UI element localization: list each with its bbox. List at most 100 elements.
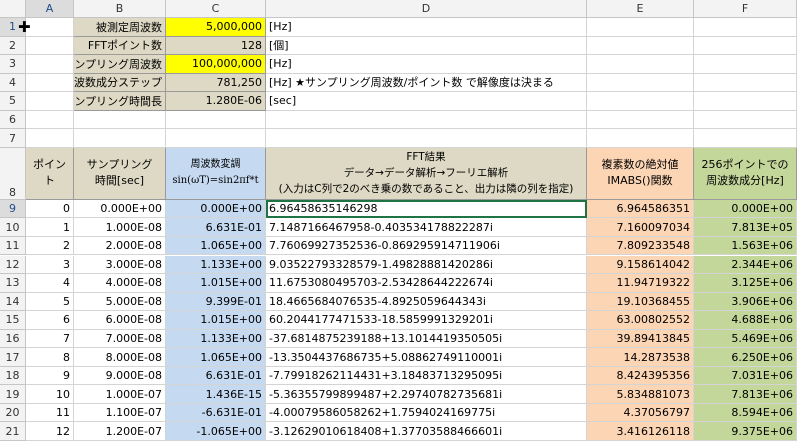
point-index[interactable]: 11 [26, 403, 74, 423]
frequency-component[interactable]: 9.375E+06 [694, 422, 797, 441]
cell-e3[interactable] [587, 55, 694, 74]
point-index[interactable]: 8 [26, 348, 74, 367]
abs-value[interactable]: 5.834881073 [587, 385, 694, 404]
empty-cell[interactable] [587, 110, 694, 130]
param-label[interactable]: 被測定周波数 [74, 18, 166, 37]
modulated-value[interactable]: 1.436E-15 [166, 385, 266, 404]
column-header-d[interactable]: D [266, 0, 587, 18]
modulated-value[interactable]: 1.133E+00 [166, 255, 266, 275]
point-index[interactable]: 7 [26, 329, 74, 349]
modulated-value[interactable]: 1.065E+00 [166, 348, 266, 367]
row-header-7[interactable]: 7 [0, 129, 26, 148]
cell-a5[interactable] [26, 92, 74, 111]
modulated-value[interactable]: -1.065E+00 [166, 422, 266, 441]
abs-value[interactable]: 8.424395356 [587, 366, 694, 386]
fft-complex-value[interactable]: -7.79918262114431+3.18483713295095i [266, 366, 587, 386]
sampling-time[interactable]: 1.200E-07 [74, 422, 166, 441]
fft-complex-value[interactable]: 7.76069927352536-0.869295914711906i [266, 236, 587, 256]
point-index[interactable]: 0 [26, 199, 74, 219]
empty-cell[interactable] [166, 129, 266, 148]
cell-e1[interactable] [587, 18, 694, 37]
param-label[interactable]: FFTポイント数 [74, 36, 166, 56]
fft-complex-value[interactable]: 11.6753080495703-2.53428644222674i [266, 274, 587, 293]
sampling-time[interactable]: 2.000E-08 [74, 236, 166, 256]
param-unit[interactable]: [Hz] [266, 55, 587, 74]
empty-cell[interactable] [694, 110, 797, 130]
row-header-9[interactable]: 9 [0, 199, 26, 219]
row-header-16[interactable]: 16 [0, 329, 26, 349]
sampling-time[interactable]: 1.000E-08 [74, 218, 166, 237]
row-header-19[interactable]: 19 [0, 385, 26, 404]
abs-value[interactable]: 7.809233548 [587, 236, 694, 256]
cell-a2[interactable] [26, 36, 74, 56]
param-label[interactable]: サンプリング時間長 [74, 92, 166, 111]
point-index[interactable]: 2 [26, 236, 74, 256]
cell-f5[interactable] [694, 92, 797, 111]
sampling-time[interactable]: 6.000E-08 [74, 311, 166, 330]
row-header-13[interactable]: 13 [0, 274, 26, 293]
abs-value[interactable]: 19.10368455 [587, 292, 694, 312]
cell-f4[interactable] [694, 73, 797, 93]
sampling-time[interactable]: 0.000E+00 [74, 199, 166, 219]
fft-complex-value[interactable]: 9.03522793328579-1.49828881420286i [266, 255, 587, 275]
fft-complex-value[interactable]: -4.00079586058262+1.7594024169775i [266, 403, 587, 423]
modulated-value[interactable]: -6.631E-01 [166, 403, 266, 423]
sampling-time[interactable]: 1.100E-07 [74, 403, 166, 423]
empty-cell[interactable] [166, 110, 266, 130]
param-value[interactable]: 5,000,000 [166, 18, 266, 37]
modulated-value[interactable]: 1.015E+00 [166, 274, 266, 293]
modulated-value[interactable]: 6.631E-01 [166, 366, 266, 386]
row-header-4[interactable]: 4 [0, 73, 26, 93]
abs-value[interactable]: 9.158614042 [587, 255, 694, 275]
column-header-c[interactable]: C [166, 0, 266, 18]
cell-f1[interactable] [694, 18, 797, 37]
empty-cell[interactable] [74, 129, 166, 148]
row-header-20[interactable]: 20 [0, 403, 26, 423]
point-index[interactable]: 10 [26, 385, 74, 404]
frequency-component[interactable]: 5.469E+06 [694, 329, 797, 349]
modulated-value[interactable]: 1.015E+00 [166, 311, 266, 330]
empty-cell[interactable] [26, 110, 74, 130]
sampling-time[interactable]: 4.000E-08 [74, 274, 166, 293]
fft-complex-value[interactable]: 6.96458635146298 [266, 199, 587, 219]
row-header-12[interactable]: 12 [0, 255, 26, 275]
fft-complex-value[interactable]: -13.3504437686735+5.08862749110001i [266, 348, 587, 367]
empty-cell[interactable] [694, 129, 797, 148]
empty-cell[interactable] [266, 110, 587, 130]
sampling-time[interactable]: 9.000E-08 [74, 366, 166, 386]
param-value[interactable]: 781,250 [166, 73, 266, 93]
fft-complex-value[interactable]: -5.36355799899487+2.29740782735681i [266, 385, 587, 404]
abs-value[interactable]: 3.416126118 [587, 422, 694, 441]
param-unit[interactable]: [Hz] [266, 18, 587, 37]
row-header-18[interactable]: 18 [0, 366, 26, 386]
modulated-value[interactable]: 1.065E+00 [166, 236, 266, 256]
cell-a1[interactable] [26, 18, 74, 37]
frequency-component[interactable]: 7.813E+05 [694, 218, 797, 237]
frequency-component[interactable]: 3.125E+06 [694, 274, 797, 293]
cell-e5[interactable] [587, 92, 694, 111]
row-header-5[interactable]: 5 [0, 92, 26, 111]
frequency-component[interactable]: 1.563E+06 [694, 236, 797, 256]
param-value[interactable]: 1.280E-06 [166, 92, 266, 111]
row-header-3[interactable]: 3 [0, 55, 26, 74]
empty-cell[interactable] [74, 110, 166, 130]
empty-cell[interactable] [266, 129, 587, 148]
sampling-time[interactable]: 3.000E-08 [74, 255, 166, 275]
point-index[interactable]: 12 [26, 422, 74, 441]
row-header-14[interactable]: 14 [0, 292, 26, 312]
param-unit[interactable]: [Hz] ★サンプリング周波数/ポイント数 で解像度は決まる [266, 73, 587, 93]
row-header-8[interactable]: 8 [0, 147, 26, 200]
fft-complex-value[interactable]: 60.2044177471533-18.5859991329201i [266, 311, 587, 330]
fft-complex-value[interactable]: -3.12629010618408+1.37703588466601i [266, 422, 587, 441]
fft-complex-value[interactable]: -37.6814875239188+13.1014419350505i [266, 329, 587, 349]
abs-value[interactable]: 6.964586351 [587, 199, 694, 219]
frequency-component[interactable]: 3.906E+06 [694, 292, 797, 312]
frequency-component[interactable]: 6.250E+06 [694, 348, 797, 367]
column-header-e[interactable]: E [587, 0, 694, 18]
point-index[interactable]: 5 [26, 292, 74, 312]
sampling-time[interactable]: 8.000E-08 [74, 348, 166, 367]
frequency-component[interactable]: 2.344E+06 [694, 255, 797, 275]
row-header-15[interactable]: 15 [0, 311, 26, 330]
abs-value[interactable]: 39.89413845 [587, 329, 694, 349]
point-index[interactable]: 3 [26, 255, 74, 275]
